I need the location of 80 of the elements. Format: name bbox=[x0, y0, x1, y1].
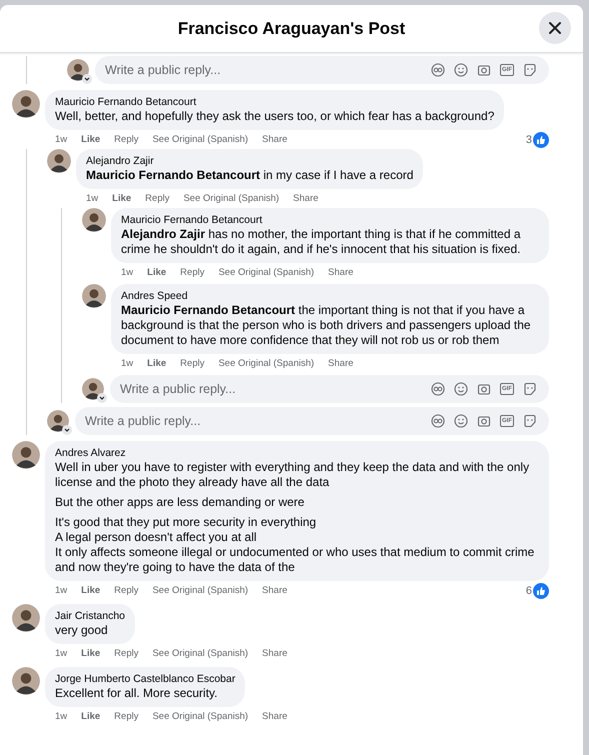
dialog-title: Francisco Araguayan's Post bbox=[178, 18, 406, 38]
author-name[interactable]: Jorge Humberto Castelblanco Escobar bbox=[55, 672, 236, 686]
author-name[interactable]: Andres Speed bbox=[121, 289, 539, 303]
thumbs-up-icon[interactable] bbox=[533, 132, 549, 148]
comment-action-link[interactable]: See Original (Spanish) bbox=[152, 711, 248, 722]
avatar-icon[interactable] bbox=[67, 59, 89, 81]
camera-icon[interactable] bbox=[477, 382, 491, 396]
comment-text: But the other apps are less demanding or were bbox=[55, 495, 306, 510]
comment-action-link[interactable]: Share bbox=[262, 711, 288, 722]
comment-action-link[interactable]: See Original (Spanish) bbox=[152, 134, 248, 145]
avatar-icon[interactable] bbox=[12, 90, 40, 118]
avatar-icon[interactable] bbox=[47, 149, 71, 173]
thumbs-up-icon[interactable] bbox=[533, 582, 549, 598]
chevron-down-icon[interactable] bbox=[82, 74, 92, 84]
comment-action-link[interactable]: Reply bbox=[180, 267, 204, 278]
comment-action-link[interactable]: Reply bbox=[180, 358, 204, 369]
comment-action-link[interactable]: Like bbox=[81, 648, 100, 659]
comment-action-link[interactable]: Like bbox=[147, 267, 166, 278]
sticker-icon[interactable] bbox=[523, 382, 537, 396]
avatar-icon[interactable] bbox=[82, 208, 106, 232]
comment-text: Well in uber you have to register with everything and they keep the data and with the only license and the photo they already have all the data bbox=[55, 460, 530, 490]
avatar-icon[interactable] bbox=[47, 410, 69, 432]
comment-action-link[interactable]: Like bbox=[147, 358, 166, 369]
timestamp[interactable]: 1w bbox=[55, 711, 68, 722]
comment-action-link[interactable]: See Original (Spanish) bbox=[218, 267, 314, 278]
avatar-icon[interactable] bbox=[82, 284, 106, 308]
sticker-icon[interactable] bbox=[523, 414, 537, 428]
comment-action-link[interactable]: Reply bbox=[114, 711, 138, 722]
comment-text: Mauricio Fernando Betancourt the important thing is not that if you have a background is that the person who is both drivers and passengers upload the document to have more confidence that they will not rob us or rob them bbox=[121, 303, 532, 348]
smiley-icon[interactable] bbox=[454, 414, 468, 428]
timestamp[interactable]: 1w bbox=[121, 267, 134, 278]
avatar-icon[interactable] bbox=[12, 604, 40, 632]
comment-action-link[interactable]: Share bbox=[262, 648, 288, 659]
comment-text: Excellent for all. More security. bbox=[55, 686, 218, 701]
comment-text: very good bbox=[55, 623, 109, 638]
comment-action-link[interactable]: Reply bbox=[114, 585, 138, 596]
comment-action-link[interactable]: Reply bbox=[145, 193, 170, 204]
author-name[interactable]: Alejandro Zajir bbox=[86, 154, 414, 168]
comment-action-link[interactable]: See Original (Spanish) bbox=[152, 648, 248, 659]
author-name[interactable]: Jair Cristancho bbox=[55, 609, 126, 623]
timestamp[interactable]: 1w bbox=[55, 585, 68, 596]
reaction-count[interactable]: 3 bbox=[526, 134, 532, 146]
comment-action-link[interactable]: Share bbox=[328, 358, 354, 369]
author-name[interactable]: Mauricio Fernando Betancourt bbox=[121, 213, 539, 227]
avatar-icon[interactable] bbox=[82, 378, 104, 400]
timestamp[interactable]: 1w bbox=[55, 134, 68, 145]
chevron-down-icon[interactable] bbox=[97, 393, 107, 403]
avatar-icon[interactable] bbox=[12, 441, 40, 469]
chevron-down-icon[interactable] bbox=[62, 425, 72, 435]
comment-text: Alejandro Zajir has no mother, the important thing is that if he committed a crime he shouldn't do it again, and if he's innocent that his situation is fixed. bbox=[121, 227, 522, 257]
comment-action-link[interactable]: See Original (Spanish) bbox=[183, 193, 280, 204]
comment-action-link[interactable]: Like bbox=[81, 134, 100, 145]
comment-action-link[interactable]: See Original (Spanish) bbox=[152, 585, 248, 596]
comment-action-link[interactable]: Reply bbox=[114, 134, 138, 145]
comment-action-link[interactable]: Like bbox=[81, 585, 100, 596]
timestamp[interactable]: 1w bbox=[86, 193, 98, 204]
comment-action-link[interactable]: Share bbox=[328, 267, 354, 278]
author-name[interactable]: Andres Alvarez bbox=[55, 446, 539, 460]
sticker-icon[interactable] bbox=[523, 63, 537, 77]
smiley-icon[interactable] bbox=[454, 63, 468, 77]
comment-action-link[interactable]: Like bbox=[112, 193, 132, 204]
comment-action-link[interactable]: Reply bbox=[114, 648, 138, 659]
comment-action-link[interactable]: Like bbox=[81, 711, 100, 722]
reaction-count[interactable]: 6 bbox=[526, 584, 532, 596]
smiley-icon[interactable] bbox=[454, 382, 468, 396]
comment-action-link[interactable]: Share bbox=[262, 585, 288, 596]
author-name[interactable]: Mauricio Fernando Betancourt bbox=[55, 95, 494, 109]
timestamp[interactable]: 1w bbox=[55, 648, 68, 659]
avatar-icon[interactable] bbox=[12, 667, 40, 695]
comment-text: Well, better, and hopefully they ask the users too, or which fear has a background? bbox=[55, 109, 494, 124]
close-icon bbox=[548, 21, 562, 35]
close-button[interactable] bbox=[539, 12, 571, 44]
camera-icon[interactable] bbox=[477, 63, 491, 77]
timestamp[interactable]: 1w bbox=[121, 358, 134, 369]
comment-action-link[interactable]: Share bbox=[262, 134, 288, 145]
comment-text: It's good that they put more security in everything A legal person doesn't affect you at all It only affects someone illegal or undocumented or who uses that medium to commit crime and now they're going to have the data of the bbox=[55, 515, 536, 575]
camera-icon[interactable] bbox=[477, 414, 491, 428]
comment-action-link[interactable]: Share bbox=[293, 193, 318, 204]
comment-action-link[interactable]: See Original (Spanish) bbox=[218, 358, 314, 369]
comment-text: Mauricio Fernando Betancourt in my case if I have a record bbox=[86, 168, 414, 183]
